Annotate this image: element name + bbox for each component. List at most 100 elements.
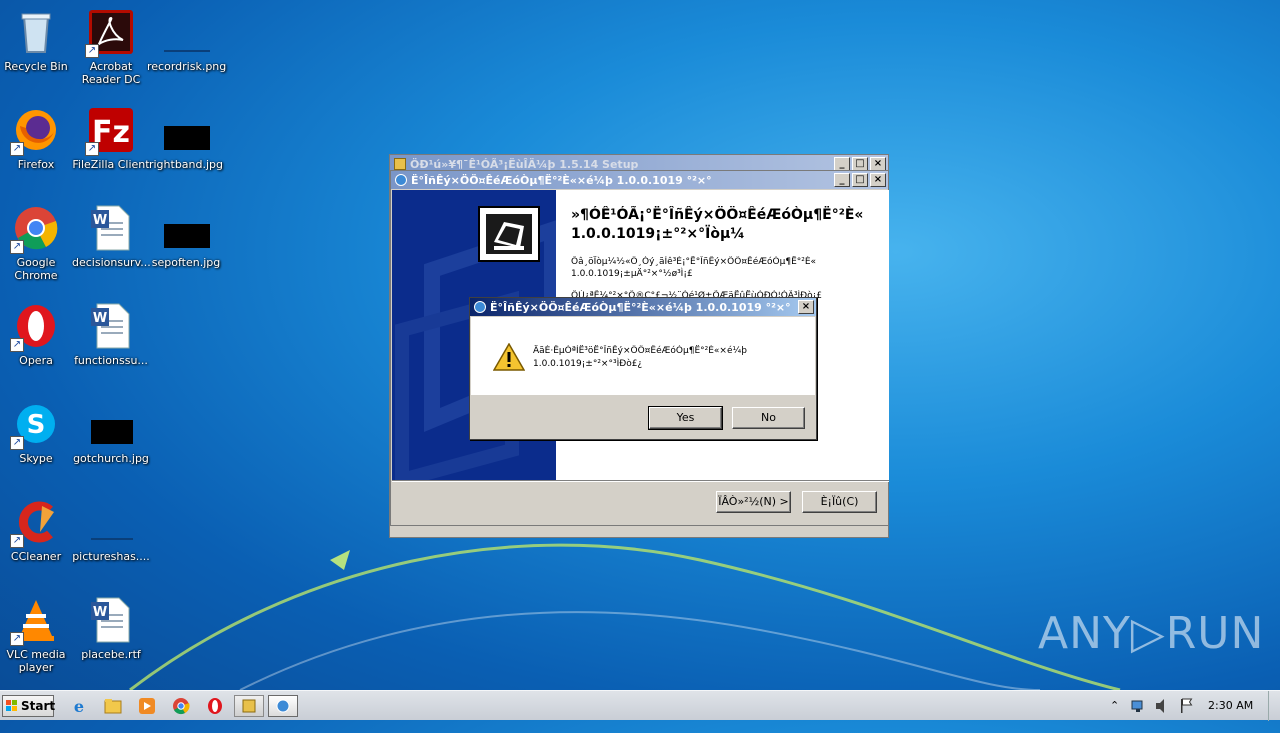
word-document-icon: W [87, 596, 135, 644]
chrome-icon [173, 698, 190, 715]
shortcut-arrow-icon: ↗ [85, 142, 99, 156]
media-player-icon [139, 698, 155, 714]
installer-title-icon [395, 174, 407, 186]
next-button[interactable]: ÏÂÒ»²½(N) > [716, 491, 791, 513]
close-button[interactable]: × [870, 173, 886, 187]
image-file-icon [87, 400, 135, 448]
taskbar: Start e ⌃ 2:30 AM [0, 690, 1280, 721]
taskbar-installer-window[interactable] [268, 695, 298, 717]
ccleaner-icon: ↗ [10, 498, 60, 548]
taskbar-setup-window[interactable] [234, 695, 264, 717]
minimize-button[interactable]: _ [834, 157, 850, 171]
chrome-icon: ↗ [10, 204, 60, 254]
maximize-button[interactable]: □ [852, 157, 868, 171]
desktop-icon-opera[interactable]: ↗ Opera [0, 302, 75, 367]
start-button[interactable]: Start [2, 695, 56, 717]
tray-volume-icon[interactable] [1154, 691, 1170, 721]
taskbar-explorer[interactable] [100, 695, 126, 717]
vlc-icon: ↗ [10, 596, 60, 646]
taskbar-opera[interactable] [202, 695, 228, 717]
warning-icon [492, 342, 526, 374]
image-file-icon [162, 8, 210, 56]
desktop-icon-chrome[interactable]: ↗ Google Chrome [0, 204, 75, 282]
minimize-button[interactable]: _ [834, 173, 850, 187]
dialog-title: Ë°ÎñÊý×ÖÖ¤ÊéÆóÒµ¶Ë°²È«×é¼þ 1.0.0.1019 °²… [490, 300, 791, 314]
desktop-icon-recycle-bin[interactable]: Recycle Bin [0, 8, 75, 73]
installer-title: Ë°ÎñÊý×ÖÖ¤ÊéÆóÒµ¶Ë°²È«×é¼þ 1.0.0.1019 °²… [411, 173, 712, 187]
dialog-title-icon [474, 301, 486, 313]
tray-show-hidden-icon[interactable]: ⌃ [1110, 691, 1122, 721]
close-button[interactable]: × [870, 157, 886, 171]
cancel-button[interactable]: È¡Ïû(C) [802, 491, 877, 513]
shortcut-arrow-icon: ↗ [10, 436, 24, 450]
desktop-icon-ccleaner[interactable]: ↗ CCleaner [0, 498, 75, 563]
dialog-message: ÄãÈ·ÊµÒªÍË³öË°ÎñÊý×ÖÖ¤ÊéÆóÒµ¶Ë°²È«×é¼þ 1… [533, 346, 747, 369]
desktop-icon-gotchurch[interactable]: gotchurch.jpg [72, 400, 150, 465]
desktop-icon-decisionsurv[interactable]: W decisionsurv... [72, 204, 151, 269]
installer-body: Õâ¸öÏòµ¼½«Ö¸Òý¸ãÍê³É¡°Ë°ÎñÊý×ÖÖ¤ÊéÆóÒµ¶Ë… [571, 257, 822, 301]
dialog-close-button[interactable]: × [798, 300, 814, 314]
taskbar-ie[interactable]: e [66, 695, 92, 717]
firefox-icon: ↗ [10, 106, 60, 156]
skype-icon: S ↗ [10, 400, 60, 450]
image-file-icon [162, 106, 210, 154]
yes-button[interactable]: Yes [648, 406, 723, 430]
svg-text:W: W [93, 605, 107, 620]
folder-icon [104, 699, 122, 714]
desktop-icon-acrobat[interactable]: ↗ Acrobat Reader DC [72, 8, 150, 86]
internet-explorer-icon: e [74, 697, 84, 716]
installer-heading: »¶Ó­Ê¹ÓÃ¡°Ë°ÎñÊý×ÖÖ¤ÊéÆóÒµ¶Ë°²È« 1.0.0.1… [571, 207, 864, 242]
dialog-titlebar[interactable]: Ë°ÎñÊý×ÖÖ¤ÊéÆóÒµ¶Ë°²È«×é¼þ 1.0.0.1019 °²… [470, 298, 816, 316]
desktop: Recycle Bin ↗ Firefox ↗ Google Chrome ↗ … [0, 0, 1280, 690]
desktop-icon-functionssu[interactable]: W functionssu... [72, 302, 150, 367]
desktop-icon-filezilla[interactable]: Fz ↗ FileZilla Client [72, 106, 150, 171]
tray-flag-icon[interactable] [1178, 691, 1194, 721]
tray-network-icon[interactable] [1130, 691, 1146, 721]
setup-icon [242, 699, 256, 713]
filezilla-icon: Fz ↗ [85, 106, 135, 156]
svg-text:e: e [74, 697, 84, 716]
recycle-bin-icon [12, 8, 60, 56]
acrobat-icon: ↗ [85, 8, 135, 58]
desktop-icon-rightband[interactable]: rightband.jpg [147, 106, 225, 171]
word-document-icon: W [87, 302, 135, 350]
taskbar-chrome[interactable] [168, 695, 194, 717]
start-label: Start [21, 699, 56, 713]
svg-text:W: W [93, 311, 107, 326]
desktop-icon-sepoften[interactable]: sepoften.jpg [147, 204, 225, 269]
shortcut-arrow-icon: ↗ [10, 338, 24, 352]
shortcut-arrow-icon: ↗ [10, 534, 24, 548]
desktop-icon-firefox[interactable]: ↗ Firefox [0, 106, 75, 171]
image-file-icon [87, 498, 135, 546]
background-window-title: ÖÐ¹ú»¥¶¯Ê¹ÓÃ³¡ËùÎÄ¼þ 1.5.14 Setup [410, 157, 639, 171]
opera-icon: ↗ [10, 302, 60, 352]
desktop-icon-pictureshas[interactable]: pictureshas.... [72, 498, 150, 563]
installer-titlebar[interactable]: Ë°ÎñÊý×ÖÖ¤ÊéÆóÒµ¶Ë°²È«×é¼þ 1.0.0.1019 °²… [391, 171, 888, 189]
desktop-icon-skype[interactable]: S ↗ Skype [0, 400, 75, 465]
windows-flag-icon [6, 700, 17, 711]
tray-clock[interactable]: 2:30 AM [1208, 691, 1258, 721]
installer-footer-divider [392, 480, 889, 482]
show-desktop-button[interactable] [1268, 691, 1280, 721]
shortcut-arrow-icon: ↗ [10, 632, 24, 646]
taskbar-media-player[interactable] [134, 695, 160, 717]
confirm-dialog[interactable]: Ë°ÎñÊý×ÖÖ¤ÊéÆóÒµ¶Ë°²È«×é¼þ 1.0.0.1019 °²… [469, 297, 817, 440]
dialog-body: ÄãÈ·ÊµÒªÍË³öË°ÎñÊý×ÖÖ¤ÊéÆóÒµ¶Ë°²È«×é¼þ 1… [471, 317, 815, 395]
installer-logo-icon [478, 206, 540, 262]
shortcut-arrow-icon: ↗ [10, 142, 24, 156]
opera-icon [208, 698, 222, 714]
maximize-button[interactable]: □ [852, 173, 868, 187]
anyrun-watermark: ANY▷RUN [1038, 608, 1265, 659]
installer-icon [276, 699, 290, 713]
image-file-icon [162, 204, 210, 252]
shortcut-arrow-icon: ↗ [85, 44, 99, 58]
setup-icon [394, 158, 406, 170]
svg-text:S: S [27, 410, 46, 440]
shortcut-arrow-icon: ↗ [10, 240, 24, 254]
desktop-icon-placebe[interactable]: W placebe.rtf [72, 596, 150, 661]
desktop-icon-recordrisk[interactable]: recordrisk.png [147, 8, 226, 73]
no-button[interactable]: No [732, 407, 805, 429]
svg-text:W: W [93, 213, 107, 228]
word-document-icon: W [87, 204, 135, 252]
desktop-icon-vlc[interactable]: ↗ VLC media player [0, 596, 75, 674]
